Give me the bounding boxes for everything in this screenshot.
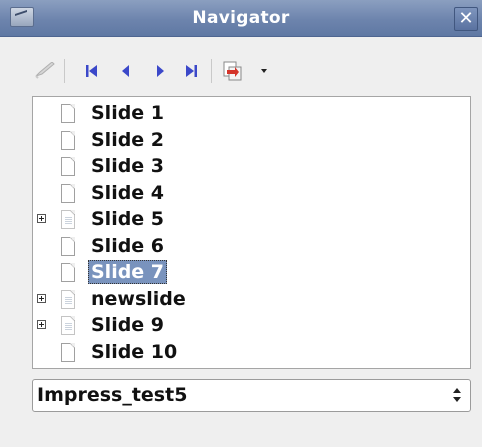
tree-item-label: Slide 6 [91, 234, 165, 257]
slide-page-icon [61, 157, 75, 176]
slide-page-icon [61, 104, 75, 123]
tree-item[interactable]: Slide 4 [33, 181, 470, 207]
pen-button[interactable] [34, 60, 56, 82]
expand-icon[interactable] [37, 293, 46, 303]
slide-page-icon [61, 342, 75, 362]
tree-item[interactable]: Slide 10 [33, 340, 470, 366]
chevron-down-icon [261, 69, 267, 73]
tree-item-label: Slide 5 [91, 208, 165, 230]
tree-item-label: newslide [91, 287, 186, 310]
window-title: Navigator [192, 8, 290, 28]
drag-mode-button[interactable] [222, 60, 244, 82]
slide-page-icon [61, 289, 75, 309]
slide-page-icon [61, 210, 75, 229]
tree-item[interactable]: Slide 9 [33, 313, 470, 339]
first-slide-icon [86, 65, 97, 77]
spin-arrows-icon [452, 387, 462, 404]
tree-item[interactable]: Slide 2 [33, 128, 470, 154]
tree-item[interactable]: Slide 7 [33, 260, 470, 286]
drag-mode-icon [223, 61, 242, 81]
slide-page-icon [61, 183, 75, 203]
slide-page-icon [61, 236, 75, 256]
slide-tree[interactable]: Slide 1 Slide 2 Slide 3 Slide 4 Slide 5 Slide… [32, 96, 471, 369]
tree-item-label: Slide 4 [91, 181, 165, 204]
document-select-value: Impress_test5 [37, 384, 188, 406]
pen-icon [35, 62, 55, 79]
last-slide-button[interactable] [180, 60, 202, 82]
slide-page-icon [61, 130, 75, 150]
last-slide-icon [186, 65, 197, 77]
toolbar-separator [64, 59, 65, 83]
tree-item-label: Slide 1 [91, 102, 165, 124]
slide-page-icon [61, 316, 75, 335]
tree-item-label: Slide 9 [91, 314, 165, 336]
drag-mode-dropdown[interactable] [258, 60, 270, 82]
tree-item[interactable]: Slide 5 [33, 207, 470, 233]
slide-page-icon [61, 263, 75, 282]
tree-item-label: Slide 2 [91, 128, 165, 151]
navigator-window: Navigator ✕ Slide 1 Slide 2 Slide 3 Slid… [0, 0, 482, 447]
tree-item[interactable]: Slide 3 [33, 154, 470, 180]
previous-slide-icon [122, 65, 129, 77]
expand-icon[interactable] [37, 320, 46, 329]
previous-slide-button[interactable] [115, 60, 137, 82]
tree-item-label: Slide 10 [91, 340, 178, 363]
tree-item-label: Slide 3 [91, 155, 165, 177]
title-bar[interactable]: Navigator ✕ [0, 0, 482, 37]
first-slide-button[interactable] [81, 60, 103, 82]
tree-item[interactable]: Slide 6 [33, 234, 470, 260]
next-slide-button[interactable] [149, 60, 171, 82]
tree-item[interactable]: newslide [33, 287, 470, 313]
expand-icon[interactable] [37, 214, 46, 223]
next-slide-icon [157, 65, 164, 77]
close-button[interactable]: ✕ [454, 7, 478, 31]
tree-item[interactable]: Slide 1 [33, 101, 470, 127]
toolbar-separator [211, 59, 212, 83]
document-select[interactable]: Impress_test5 [32, 379, 471, 412]
tree-item-label: Slide 7 [88, 260, 168, 284]
